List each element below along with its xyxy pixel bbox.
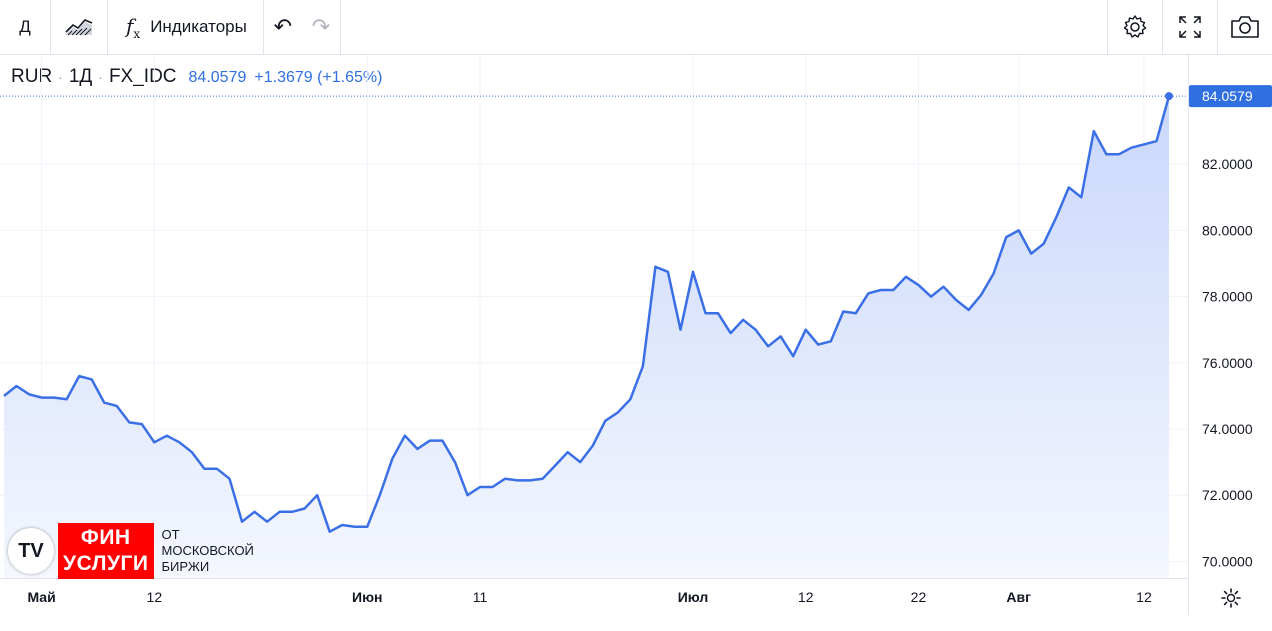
chart-area-layer	[0, 92, 1188, 578]
price-tick-label: 82.0000	[1202, 156, 1253, 172]
price-tick-label: 74.0000	[1202, 421, 1253, 437]
time-tick-label: 12	[147, 589, 163, 605]
time-tick-label: 12	[798, 589, 814, 605]
logo-badge: ФИН УСЛУГИ	[58, 523, 154, 579]
logo-subtitle: ОТ МОСКОВСКОЙ БИРЖИ	[162, 527, 254, 575]
last-price-tag-label: 84.0579	[1202, 88, 1253, 104]
toolbar-divider	[339, 0, 341, 54]
price-tick-label: 72.0000	[1202, 487, 1253, 503]
time-tick-label: 22	[911, 589, 927, 605]
camera-icon	[1231, 16, 1259, 38]
price-tick-label: 78.0000	[1202, 289, 1253, 305]
price-tick-label: 76.0000	[1202, 355, 1253, 371]
logo-line-2: УСЛУГИ	[63, 552, 149, 575]
settings-button[interactable]	[1107, 0, 1162, 54]
finuslugi-logo[interactable]: TV ФИН УСЛУГИ ОТ МОСКОВСКОЙ БИРЖИ	[8, 523, 254, 579]
gear-icon	[1123, 15, 1147, 38]
area-chart-icon	[65, 19, 93, 36]
logo-sub-2: МОСКОВСКОЙ	[161, 543, 254, 558]
gear-icon	[1220, 587, 1241, 608]
toolbar-right-group	[1107, 0, 1272, 54]
undo-button[interactable]: ↶	[264, 0, 302, 54]
last-price-dot	[1165, 92, 1173, 101]
fullscreen-button[interactable]	[1162, 0, 1217, 54]
indicators-button[interactable]: fx Индикаторы	[108, 0, 263, 54]
time-tick-label: 12	[1136, 589, 1152, 605]
logo-sub-3: БИРЖИ	[161, 559, 210, 574]
redo-button[interactable]: ↷	[302, 0, 340, 54]
undo-icon: ↶	[273, 14, 293, 39]
axis-settings-button[interactable]	[1188, 580, 1272, 615]
tradingview-logo-icon: TV	[8, 528, 54, 574]
snapshot-button[interactable]	[1217, 0, 1272, 54]
price-axis[interactable]: 70.0000 72.0000 74.0000 76.0000 78.0000 80.00…	[1189, 85, 1272, 569]
chart-type-button[interactable]	[51, 0, 107, 54]
top-toolbar: Д fx Индикаторы ↶ ↷	[0, 0, 1272, 55]
interval-button[interactable]: Д	[0, 0, 50, 54]
logo-line-1: ФИН	[80, 526, 131, 549]
time-axis[interactable]: Май 12 Июн 11 Июл 12 22 Авг 12	[27, 589, 1151, 605]
price-tick-label: 80.0000	[1202, 222, 1253, 238]
redo-icon: ↷	[311, 14, 331, 39]
time-tick-label: 11	[473, 589, 488, 605]
series-area-fill	[4, 96, 1169, 578]
time-tick-label: Июн	[352, 589, 382, 605]
function-icon: fx	[126, 13, 141, 41]
price-tick-label: 70.0000	[1202, 553, 1253, 569]
indicators-label: Индикаторы	[150, 17, 247, 36]
logo-sub-1: ОТ	[161, 527, 180, 542]
fullscreen-icon	[1179, 16, 1201, 38]
time-tick-label: Июл	[678, 589, 709, 605]
time-tick-label: Авг	[1006, 589, 1031, 605]
time-tick-label: Май	[27, 589, 55, 605]
